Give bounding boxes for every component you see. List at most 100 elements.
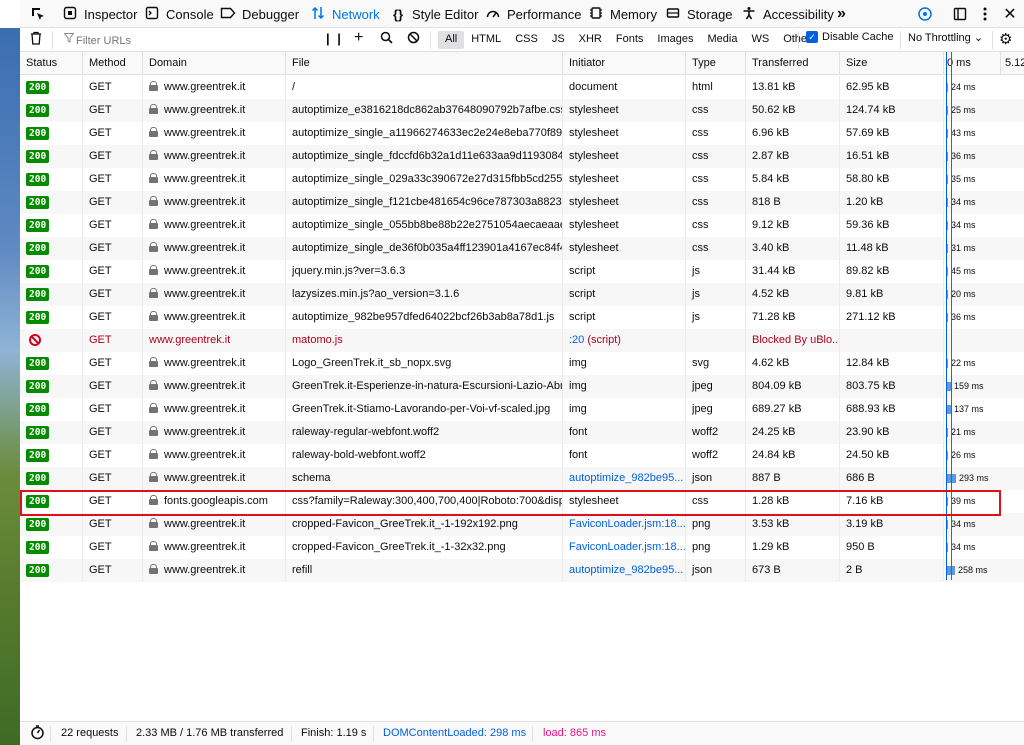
- initiator-text: script: [569, 265, 596, 277]
- cell-size: 124.74 kB: [840, 99, 944, 122]
- table-row[interactable]: 200 GET www.greentrek.it schema autoptimize_…: [20, 467, 1024, 490]
- column-transferred[interactable]: Transferred: [746, 52, 840, 74]
- initiator-text[interactable]: FaviconLoader.jsm:18...: [569, 518, 685, 530]
- table-row[interactable]: 200 GET www.greentrek.it / document html 13.81…: [20, 76, 1024, 99]
- memory-icon: [588, 6, 604, 23]
- type-text: css: [692, 495, 709, 507]
- table-row[interactable]: 200 GET www.greentrek.it cropped-Favicon_Gr…: [20, 513, 1024, 536]
- filter-type-images[interactable]: Images: [650, 31, 700, 49]
- tab-inspector[interactable]: Inspector: [62, 2, 137, 26]
- table-row[interactable]: 200 GET www.greentrek.it Logo_GreenTrek.it_…: [20, 352, 1024, 375]
- tab-style-editor[interactable]: {} Style Editor: [390, 2, 479, 26]
- close-icon[interactable]: ✕: [1000, 4, 1020, 24]
- add-request-plus-icon[interactable]: +: [354, 29, 363, 47]
- more-tools-chevron-icon[interactable]: »: [837, 2, 846, 26]
- table-row[interactable]: 200 GET www.greentrek.it GreenTrek.it-Esper…: [20, 375, 1024, 398]
- filter-type-fonts[interactable]: Fonts: [609, 31, 651, 49]
- tab-storage[interactable]: Storage: [665, 2, 733, 26]
- table-row[interactable]: 200 GET www.greentrek.it autoptimize_e38162…: [20, 99, 1024, 122]
- column-file[interactable]: File: [286, 52, 563, 74]
- cell-file: autoptimize_e3816218dc862ab37648090792b7…: [286, 99, 563, 122]
- column-initiator[interactable]: Initiator: [563, 52, 686, 74]
- transferred-text: 804.09 kB: [752, 380, 802, 392]
- table-row[interactable]: 200 GET www.greentrek.it raleway-regular-we…: [20, 421, 1024, 444]
- toolbox-menu-icon[interactable]: [975, 4, 995, 24]
- column-waterfall[interactable]: 0 ms: [944, 52, 1004, 74]
- search-icon[interactable]: [380, 31, 393, 47]
- waterfall-end-label: 5.12: [1000, 52, 1024, 74]
- column-size[interactable]: Size: [840, 52, 944, 74]
- toolbox-options-icon[interactable]: [915, 4, 935, 24]
- initiator-text: img: [569, 357, 587, 369]
- lock-icon: [149, 357, 158, 367]
- performance-analysis-icon[interactable]: [30, 725, 45, 745]
- table-row[interactable]: 200 GET www.greentrek.it refill autoptimize_…: [20, 559, 1024, 582]
- domain-text: www.greentrek.it: [164, 81, 246, 93]
- initiator-text[interactable]: autoptimize_982be95...: [569, 472, 683, 484]
- checkbox-checked-icon[interactable]: ✓: [806, 31, 818, 43]
- table-row[interactable]: 200 GET www.greentrek.it autoptimize_single…: [20, 214, 1024, 237]
- table-row[interactable]: GET www.greentrek.it matomo.js:20 (script)…: [20, 329, 1024, 352]
- disable-cache-checkbox[interactable]: ✓ Disable Cache: [806, 31, 894, 43]
- pause-icon[interactable]: | |: [326, 31, 343, 46]
- type-text: json: [692, 472, 713, 484]
- table-row[interactable]: 200 GET fonts.googleapis.com css?family=Ral…: [20, 490, 1024, 513]
- cell-transferred: 3.53 kB: [746, 513, 840, 536]
- element-picker-icon[interactable]: [28, 4, 48, 24]
- table-row[interactable]: 200 GET www.greentrek.it autoptimize_single…: [20, 122, 1024, 145]
- cell-initiator: stylesheet: [563, 99, 686, 122]
- table-row[interactable]: 200 GET www.greentrek.it cropped-Favicon_Gr…: [20, 536, 1024, 559]
- column-domain[interactable]: Domain: [143, 52, 286, 74]
- cell-status: 200: [20, 306, 83, 329]
- filter-type-all[interactable]: All: [438, 31, 465, 49]
- clear-requests-trash-icon[interactable]: [30, 31, 42, 48]
- filter-type-ws[interactable]: WS: [744, 31, 776, 49]
- cell-size: 12.84 kB: [840, 352, 944, 375]
- tab-console[interactable]: Console: [144, 2, 214, 26]
- filter-type-html[interactable]: HTML: [464, 31, 508, 49]
- table-row[interactable]: 200 GET www.greentrek.it autoptimize_single…: [20, 237, 1024, 260]
- table-row[interactable]: 200 GET www.greentrek.it GreenTrek.it-Stiam…: [20, 398, 1024, 421]
- table-row[interactable]: 200 GET www.greentrek.it autoptimize_982be9…: [20, 306, 1024, 329]
- initiator-text[interactable]: FaviconLoader.jsm:18...: [569, 541, 685, 553]
- filter-urls-input[interactable]: [76, 31, 316, 49]
- cell-transferred: 3.40 kB: [746, 237, 840, 260]
- initiator-text: stylesheet: [569, 104, 619, 116]
- cell-transferred: 4.52 kB: [746, 283, 840, 306]
- column-type[interactable]: Type: [686, 52, 746, 74]
- gear-icon[interactable]: ⚙: [999, 30, 1012, 48]
- cell-type: css: [686, 237, 746, 260]
- tab-accessibility[interactable]: Accessibility: [741, 2, 834, 26]
- divider: [52, 31, 53, 49]
- throttling-select[interactable]: No Throttling ⌄: [908, 31, 983, 44]
- tab-debugger[interactable]: Debugger: [220, 2, 299, 26]
- filter-type-xhr[interactable]: XHR: [572, 31, 609, 49]
- filter-type-js[interactable]: JS: [545, 31, 572, 49]
- size-text: 24.50 kB: [846, 449, 890, 461]
- table-row[interactable]: 200 GET www.greentrek.it autoptimize_single…: [20, 145, 1024, 168]
- filter-type-media[interactable]: Media: [700, 31, 744, 49]
- table-row[interactable]: 200 GET www.greentrek.it autoptimize_single…: [20, 168, 1024, 191]
- tab-memory[interactable]: Memory: [588, 2, 657, 26]
- method-text: GET: [89, 242, 112, 254]
- table-row[interactable]: 200 GET www.greentrek.it raleway-bold-webfo…: [20, 444, 1024, 467]
- tab-performance[interactable]: Performance: [485, 2, 581, 26]
- file-text: /: [292, 81, 296, 93]
- cell-method: GET: [83, 306, 143, 329]
- lock-icon: [149, 81, 158, 91]
- table-row[interactable]: 200 GET www.greentrek.it jquery.min.js?ver=…: [20, 260, 1024, 283]
- domain-text: www.greentrek.it: [164, 242, 246, 254]
- cell-domain: www.greentrek.it: [143, 191, 286, 214]
- block-urls-icon[interactable]: [407, 31, 420, 47]
- filter-type-css[interactable]: CSS: [508, 31, 545, 49]
- type-text: js: [692, 265, 700, 277]
- table-row[interactable]: 200 GET www.greentrek.it lazysizes.min.js?a…: [20, 283, 1024, 306]
- tab-network[interactable]: Network: [310, 2, 380, 26]
- column-method[interactable]: Method: [83, 52, 143, 74]
- table-row[interactable]: 200 GET www.greentrek.it autoptimize_single…: [20, 191, 1024, 214]
- column-status[interactable]: Status: [20, 52, 83, 74]
- dock-side-icon[interactable]: [950, 4, 970, 24]
- domain-text: www.greentrek.it: [164, 541, 246, 553]
- initiator-text[interactable]: :20: [569, 334, 584, 346]
- initiator-text[interactable]: autoptimize_982be95...: [569, 564, 683, 576]
